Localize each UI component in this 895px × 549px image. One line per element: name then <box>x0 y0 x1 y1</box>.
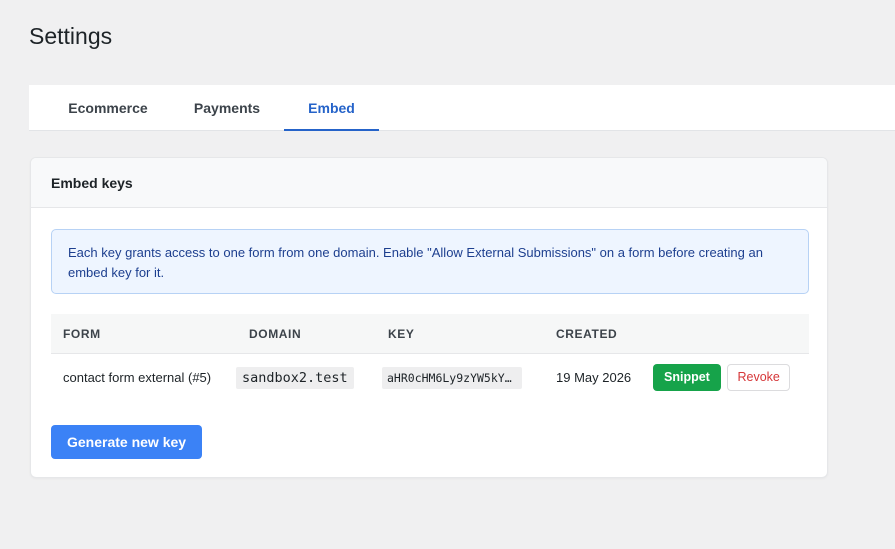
tab-payments[interactable]: Payments <box>183 85 271 131</box>
form-cell: contact form external (#5) <box>63 370 212 385</box>
column-header-created: CREATED <box>544 314 648 354</box>
generate-new-key-button[interactable]: Generate new key <box>51 425 203 459</box>
embed-keys-table: FORM DOMAIN KEY CREATED contact form ext… <box>51 314 809 401</box>
column-header-actions <box>648 314 809 354</box>
actions-cell: Snippet Revoke <box>648 354 809 402</box>
column-header-domain: DOMAIN <box>237 314 376 354</box>
key-value[interactable]: aHR0cHM6Ly9zYW5kY… <box>382 366 522 389</box>
embed-keys-card: Embed keys Each key grants access to one… <box>30 157 828 478</box>
snippet-button[interactable]: Snippet <box>653 364 721 391</box>
column-header-form: FORM <box>51 314 237 354</box>
key-cell: aHR0cHM6Ly9zYW5kY… <box>376 354 544 402</box>
page-title: Settings <box>29 23 113 49</box>
domain-value: sandbox2.test <box>236 366 354 389</box>
tab-embed[interactable]: Embed <box>284 85 379 131</box>
info-notice: Each key grants access to one form from … <box>51 229 809 294</box>
table-header-row: FORM DOMAIN KEY CREATED <box>51 314 809 354</box>
tab-ecommerce[interactable]: Ecommerce <box>51 85 165 131</box>
column-header-key: KEY <box>376 314 544 354</box>
revoke-button[interactable]: Revoke <box>727 364 790 391</box>
table-row: contact form external (#5) sandbox2.test… <box>51 354 809 402</box>
domain-cell: sandbox2.test <box>236 354 376 402</box>
card-title: Embed keys <box>31 158 827 208</box>
settings-tabs: Ecommerce Payments Embed <box>29 85 895 131</box>
created-cell: 19 May 2026 <box>556 370 632 385</box>
